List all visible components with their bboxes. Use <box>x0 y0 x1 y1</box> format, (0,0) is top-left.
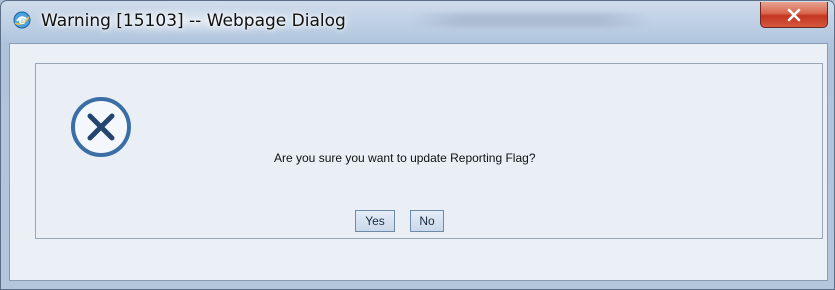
title-bar[interactable]: e Warning [15103] -- Webpage Dialog <box>1 1 834 43</box>
no-button[interactable]: No <box>410 210 444 232</box>
close-icon <box>787 8 801 21</box>
error-x-icon <box>71 97 131 157</box>
blurred-background-text <box>411 13 651 27</box>
window-title: Warning [15103] -- Webpage Dialog <box>41 11 346 31</box>
dialog-client-area: Are you sure you want to update Reportin… <box>9 43 828 281</box>
ie-app-icon: e <box>13 11 31 29</box>
dialog-message: Are you sure you want to update Reportin… <box>274 151 536 165</box>
close-button[interactable] <box>760 2 828 28</box>
yes-button[interactable]: Yes <box>355 210 395 232</box>
svg-text:e: e <box>19 16 26 27</box>
message-panel: Are you sure you want to update Reportin… <box>35 63 823 239</box>
dialog-window: e Warning [15103] -- Webpage Dialog Are … <box>0 0 835 290</box>
